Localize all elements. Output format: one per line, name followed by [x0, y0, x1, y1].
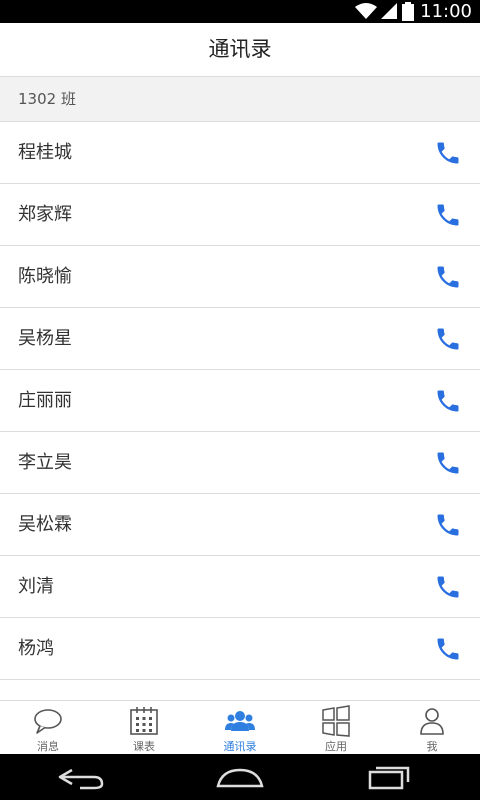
tab-schedule[interactable]: 课表 [96, 701, 192, 755]
tab-label: 课表 [133, 740, 155, 753]
contact-name: 吴杨星 [18, 328, 72, 349]
contact-name: 陈晓愉 [18, 266, 72, 287]
apps-grid-icon [322, 705, 350, 737]
phone-icon[interactable] [434, 635, 462, 663]
contact-row[interactable]: 李立昊 [0, 432, 480, 494]
bottom-tab-bar: 消息 课表 通讯录 应用 我 [0, 700, 480, 755]
battery-icon [402, 2, 414, 21]
phone-icon[interactable] [434, 325, 462, 353]
contacts-group-icon [225, 711, 255, 731]
status-bar: 11:00 [0, 0, 480, 23]
contact-row[interactable]: 刘清 [0, 556, 480, 618]
contact-name: 刘清 [18, 576, 54, 597]
contact-name: 李立昊 [18, 452, 72, 473]
contact-row[interactable]: 吴松霖 [0, 494, 480, 556]
contact-name: 庄丽丽 [18, 390, 72, 411]
home-icon[interactable] [210, 762, 270, 792]
tab-label: 消息 [37, 740, 59, 753]
contact-row[interactable]: 程桂城 [0, 122, 480, 184]
page-title: 通讯录 [208, 37, 272, 61]
phone-icon[interactable] [434, 139, 462, 167]
phone-icon[interactable] [434, 387, 462, 415]
class-section-header: 1302 班 [0, 77, 480, 122]
contact-row[interactable]: 郑家辉 [0, 184, 480, 246]
status-time: 11:00 [420, 1, 472, 22]
signal-icon [381, 3, 397, 19]
contact-row[interactable]: 庄丽丽 [0, 370, 480, 432]
contact-row[interactable] [0, 680, 480, 700]
tab-apps[interactable]: 应用 [288, 701, 384, 755]
phone-icon[interactable] [434, 511, 462, 539]
tab-label: 我 [426, 740, 438, 753]
contact-list[interactable]: 程桂城 郑家辉 陈晓愉 吴杨星 庄丽丽 李立昊 吴松霖 刘清 杨鸿 [0, 122, 480, 700]
recent-apps-icon[interactable] [360, 762, 420, 792]
contact-name: 程桂城 [18, 142, 72, 163]
tab-messages[interactable]: 消息 [0, 701, 96, 755]
contact-name: 杨鸿 [18, 638, 54, 659]
phone-icon[interactable] [434, 201, 462, 229]
tab-label: 应用 [325, 740, 347, 753]
calendar-icon [130, 707, 158, 735]
tab-label: 通讯录 [223, 740, 257, 753]
back-icon[interactable] [50, 762, 110, 792]
system-nav-bar [0, 754, 480, 800]
section-label: 1302 班 [18, 90, 76, 108]
contact-name: 吴松霖 [18, 514, 72, 535]
tab-me[interactable]: 我 [384, 701, 480, 755]
contact-row[interactable]: 杨鸿 [0, 618, 480, 680]
phone-icon[interactable] [434, 573, 462, 601]
phone-icon[interactable] [434, 263, 462, 291]
person-icon [420, 708, 444, 735]
tab-contacts[interactable]: 通讯录 [192, 701, 288, 755]
contact-row[interactable]: 吴杨星 [0, 308, 480, 370]
message-bubble-icon [34, 709, 62, 734]
contact-name: 郑家辉 [18, 204, 72, 225]
phone-icon[interactable] [434, 449, 462, 477]
contact-row[interactable]: 陈晓愉 [0, 246, 480, 308]
wifi-icon [355, 3, 377, 19]
title-bar: 通讯录 [0, 23, 480, 77]
